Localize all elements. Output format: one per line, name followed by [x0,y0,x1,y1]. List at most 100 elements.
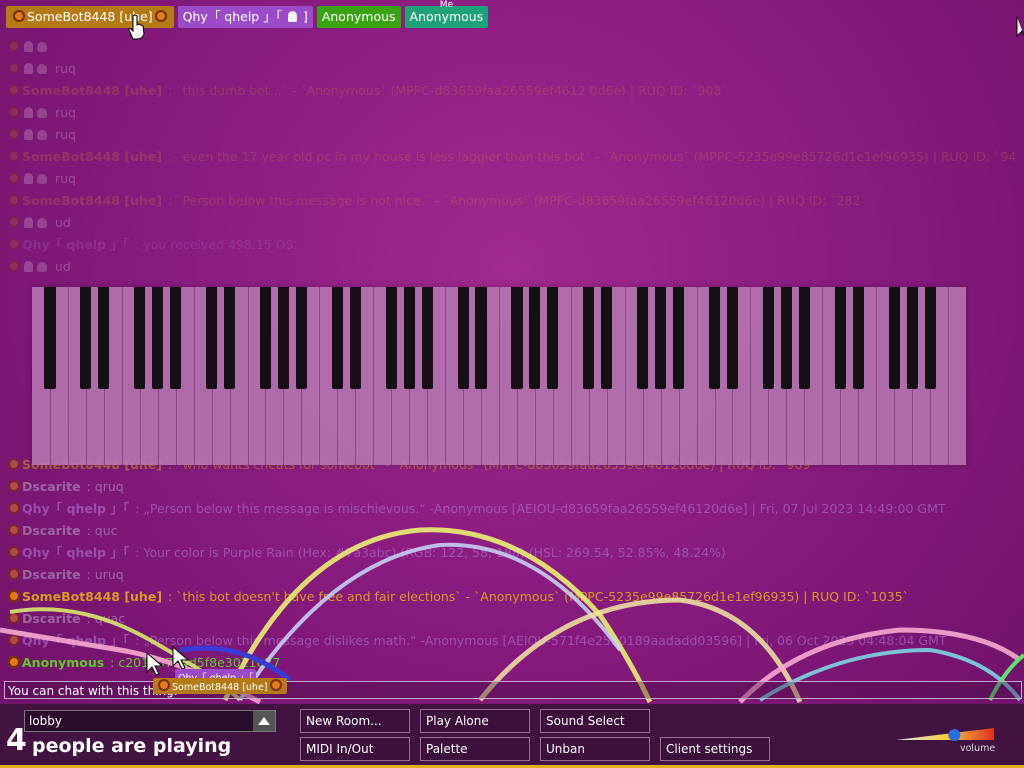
piano-black-key[interactable] [547,287,559,389]
midi-button[interactable]: MIDI In/Out [300,737,410,761]
piano-black-key[interactable] [349,287,361,389]
piano-black-key[interactable] [906,287,918,389]
user-list: SomeBot8448 [uhe] Qhy「 qhelp 」「 ] Anonym… [6,1,489,28]
piano-black-key[interactable] [224,287,236,389]
chat-message: Dscarite: quc [6,520,1016,542]
pumpkin-icon [8,458,20,470]
piano-black-key[interactable] [385,287,397,389]
chat-text: ruq [55,61,76,76]
pumpkin-icon [8,502,20,514]
piano-black-key[interactable] [295,287,307,389]
ghost-icon [287,11,297,22]
piano-black-key[interactable] [206,287,218,389]
chat-text: ruq [55,127,76,142]
ghost-icon [24,129,33,140]
chat-sender: Qhy「 qhelp 」「 [22,501,130,516]
user-tag-me[interactable]: Me Anonymous [404,1,489,28]
chat-message: SomeBot8448 [uhe]: `this dumb bot...` - … [6,80,1016,102]
pumpkin-icon [8,150,20,162]
piano-black-key[interactable] [637,287,649,389]
piano-black-key[interactable] [655,287,667,389]
chat-text: : `Person below this message is not nice… [168,193,867,208]
chat-text: : „Person below this message dislikes ma… [135,633,947,648]
piano-black-key[interactable] [98,287,110,389]
piano-black-key[interactable] [673,287,685,389]
piano-black-key[interactable] [277,287,290,389]
pumpkin-icon [8,62,20,74]
sound-select-button[interactable]: Sound Select [540,709,650,733]
piano-black-key[interactable] [888,287,900,389]
skull-icon [37,130,47,140]
pumpkin-icon [8,568,20,580]
chat-text: : `even the 17 year old pc in my house i… [168,149,1016,164]
new-room-button[interactable]: New Room... [300,709,410,733]
pumpkin-icon [158,679,170,691]
piano-black-key[interactable] [924,287,936,389]
piano-black-key[interactable] [331,287,343,389]
skull-icon [37,108,47,118]
room-select-value: lobby [29,714,63,728]
pumpkin-icon [8,238,20,250]
piano-black-key[interactable] [762,287,774,389]
piano-black-key[interactable] [780,287,792,389]
play-alone-button[interactable]: Play Alone [420,709,530,733]
chat-text: ruq [55,105,76,120]
piano-black-key[interactable] [529,287,541,389]
piano-black-key[interactable] [170,287,182,389]
user-tag-qhy[interactable]: Qhy「 qhelp 」「 ] [177,6,313,28]
chat-sender: Dscarite [22,567,81,582]
piano-black-key[interactable] [726,287,739,389]
unban-button[interactable]: Unban [540,737,650,761]
piano-black-key[interactable] [259,287,272,389]
piano-black-key[interactable] [134,287,146,389]
piano-black-key[interactable] [511,287,523,389]
skull-icon [37,42,47,52]
piano-black-key[interactable] [421,287,433,389]
piano-keyboard[interactable] [32,287,966,465]
piano-white-key[interactable] [948,287,966,465]
hand-cursor-icon [128,14,145,40]
user-name: Anonymous [321,9,396,24]
pumpkin-icon [269,679,282,691]
chat-sender: Dscarite [22,611,81,626]
piano-black-key[interactable] [475,287,487,389]
volume-knob[interactable] [948,729,961,741]
chat-message: ruq [6,58,1016,80]
chat-text: : „Person below this message is mischiev… [135,501,946,516]
pumpkin-icon [8,84,20,96]
pumpkin-icon [8,106,20,118]
piano-black-key[interactable] [798,287,810,389]
chat-message: Dscarite: quac [6,608,1016,630]
chat-text: : quc [86,523,118,538]
piano-black-key[interactable] [834,287,846,389]
cursor-icon [146,652,164,676]
user-tag-anonymous[interactable]: Anonymous [316,6,401,28]
chat-message: ud [6,256,1016,278]
client-settings-button[interactable]: Client settings [660,737,770,761]
pumpkin-icon [8,194,20,206]
piano-black-key[interactable] [583,287,595,389]
pumpkin-icon [8,634,20,646]
chat-sender: Dscarite [22,479,81,494]
cursor-icon [1016,17,1024,38]
chevron-up-icon[interactable] [253,711,275,731]
chat-sender: Qhy「 qhelp 」「 [22,633,130,648]
piano-black-key[interactable] [601,287,613,389]
room-select[interactable]: lobby [24,710,276,732]
piano-black-key[interactable] [403,287,415,389]
chat-text: ud [55,259,71,274]
chat-text: : Your color is Purple Rain (Hex: #7a3ab… [135,545,726,560]
chat-message: Qhy「 qhelp 」「 : „Person below this messag… [6,630,1016,652]
me-label: Me [439,0,454,10]
user-tag-somebot[interactable]: SomeBot8448 [uhe] [6,6,174,28]
chat-message: ruq [6,102,1016,124]
chat-message: ud [6,212,1016,234]
piano-black-key[interactable] [852,287,864,389]
piano-black-key[interactable] [80,287,92,389]
piano-black-key[interactable] [457,287,469,389]
volume-slider[interactable] [896,726,996,742]
piano-black-key[interactable] [152,287,164,389]
piano-black-key[interactable] [44,287,56,389]
palette-button[interactable]: Palette [420,737,530,761]
piano-black-key[interactable] [708,287,721,389]
